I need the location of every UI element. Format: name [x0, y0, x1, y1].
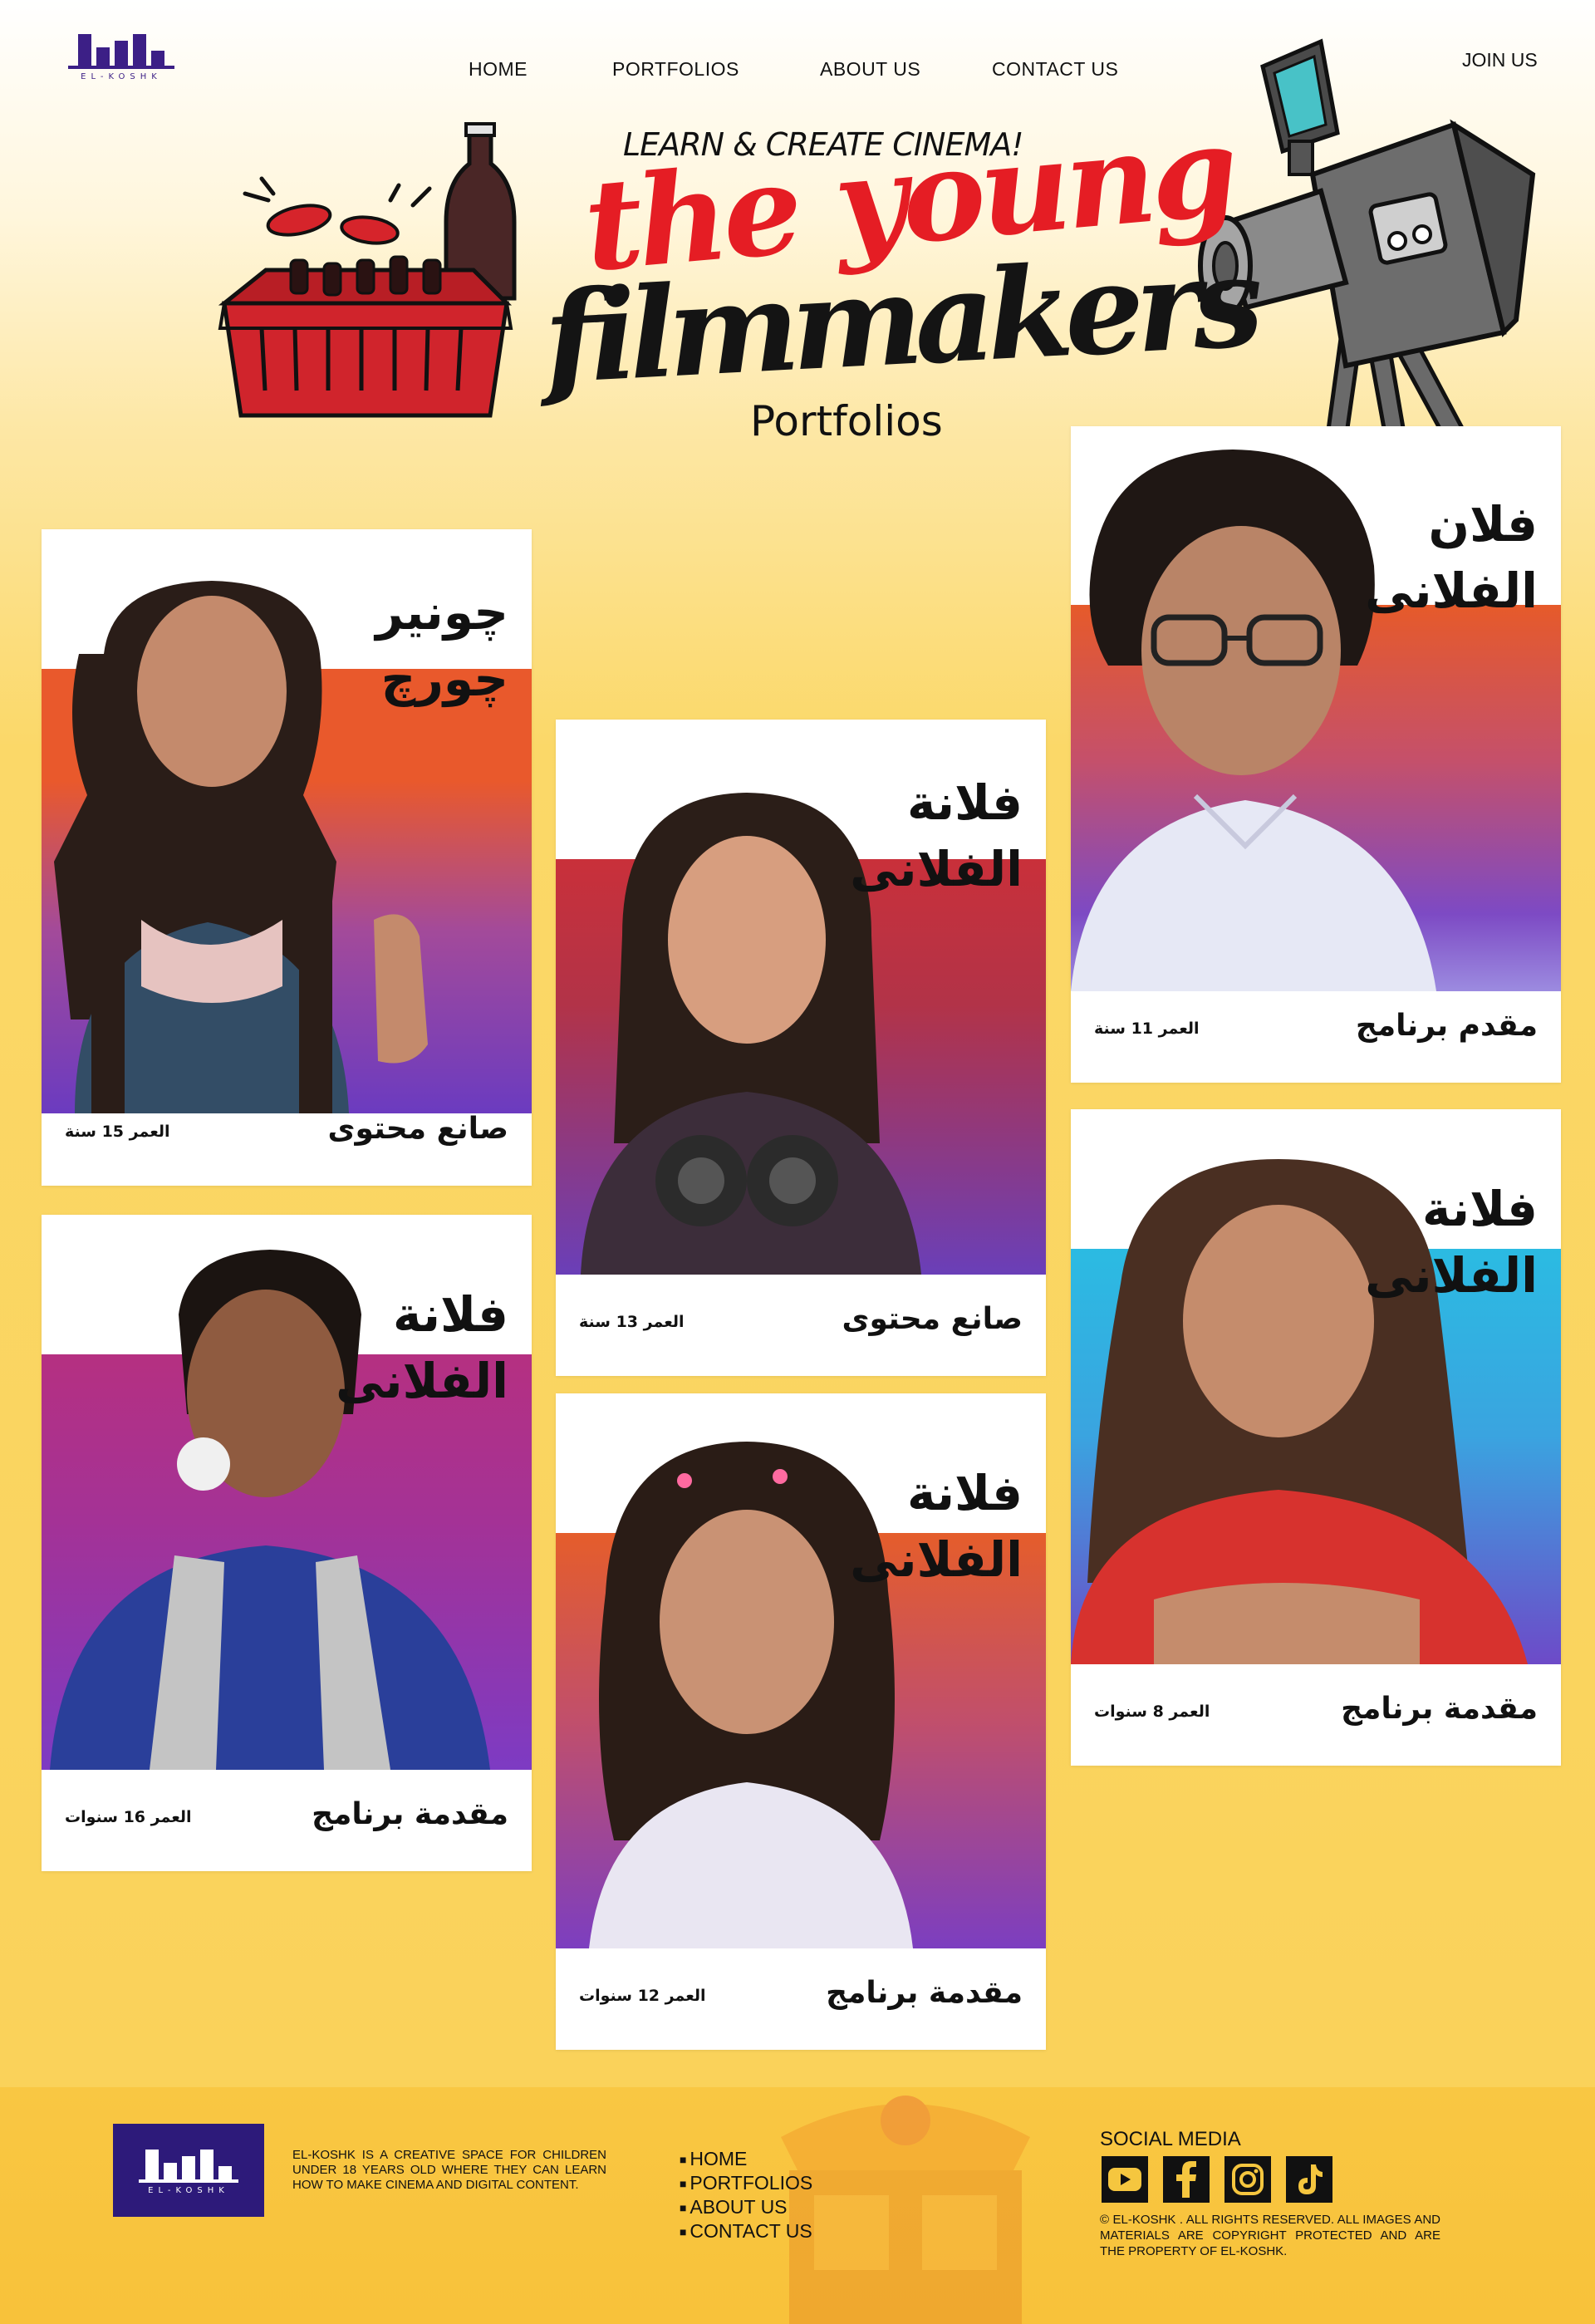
card-role: صانع محتوى [842, 1302, 1023, 1336]
card-name-line2: الفلانى [1365, 563, 1538, 619]
hero-subtitle: Portfolios [750, 397, 943, 445]
card-role: مقدمة برنامج [826, 1976, 1023, 2010]
footer-link-contact[interactable]: CONTACT US [680, 2219, 812, 2243]
copyright-text: © EL-KOSHK . ALL RIGHTS RESERVED. ALL IM… [1100, 2213, 1440, 2258]
footer-logo[interactable]: EL-KOSHK [113, 2124, 264, 2217]
card-name-line1: فلانة [907, 1465, 1023, 1521]
card-role: صانع محتوى [327, 1112, 508, 1146]
portfolio-card[interactable]: فلان الفلانى مقدم برنامج العمر 11 سنة [1071, 426, 1561, 1083]
portfolio-card[interactable]: فلانة الفلانى مقدمة برنامج العمر 16 سنوا… [42, 1215, 532, 1871]
footer-about-text: EL-KOSHK IS A CREATIVE SPACE FOR CHILDRE… [292, 2148, 606, 2192]
nav-contact[interactable]: CONTACT US [992, 58, 1118, 81]
logo-wordmark: EL-KOSHK [148, 2185, 229, 2195]
card-age: العمر 13 سنة [579, 1313, 685, 1331]
portfolio-card[interactable]: چونير چورچ صانع محتوى العمر 15 سنة [42, 529, 532, 1186]
card-name-line1: فلان [1428, 496, 1538, 553]
footer-link-home[interactable]: HOME [680, 2147, 812, 2171]
soda-crate-illustration [218, 122, 517, 418]
youtube-icon[interactable] [1102, 2156, 1148, 2203]
card-name-line1: فلانة [907, 774, 1023, 831]
card-role: مقدمة برنامج [1341, 1692, 1538, 1726]
footer-links: HOME PORTFOLIOS ABOUT US CONTACT US [680, 2147, 812, 2243]
portfolio-card[interactable]: فلانة الفلانى مقدمة برنامج العمر 12 سنوا… [556, 1393, 1046, 2050]
footer-link-portfolios[interactable]: PORTFOLIOS [680, 2171, 812, 2195]
nav-about[interactable]: ABOUT US [820, 58, 920, 81]
portfolio-card[interactable]: فلانة الفلانى مقدمة برنامج العمر 8 سنوات [1071, 1109, 1561, 1766]
card-name-line2: الفلانى [850, 1531, 1023, 1588]
card-name-line1: فلانة [393, 1286, 508, 1343]
card-name-line2: چورچ [380, 651, 508, 707]
nav-portfolios[interactable]: PORTFOLIOS [612, 58, 739, 81]
card-age: العمر 16 سنوات [65, 1808, 192, 1826]
card-name-line2: الفلانى [336, 1353, 508, 1409]
tiktok-icon[interactable] [1286, 2156, 1332, 2203]
card-role: مقدمة برنامج [312, 1797, 508, 1831]
card-role: مقدم برنامج [1355, 1009, 1538, 1043]
instagram-icon[interactable] [1224, 2156, 1271, 2203]
card-age: العمر 15 سنة [65, 1123, 170, 1141]
card-age: العمر 8 سنوات [1094, 1702, 1210, 1721]
card-name-line1: فلانة [1422, 1181, 1538, 1237]
logo-mark [139, 2146, 238, 2183]
social-media-heading: SOCIAL MEDIA [1100, 2128, 1241, 2150]
facebook-icon[interactable] [1163, 2156, 1210, 2203]
portfolio-card[interactable]: فلانة الفلانى صانع محتوى العمر 13 سنة [556, 720, 1046, 1376]
social-icons [1102, 2156, 1332, 2203]
card-name-line1: چونير [375, 584, 508, 641]
nav-home[interactable]: HOME [469, 58, 528, 81]
card-age: العمر 11 سنة [1094, 1020, 1200, 1038]
card-name-line2: الفلانى [850, 841, 1023, 897]
footer-link-about[interactable]: ABOUT US [680, 2195, 812, 2219]
card-name-line2: الفلانى [1365, 1247, 1538, 1304]
card-age: العمر 12 سنوات [579, 1987, 706, 2005]
